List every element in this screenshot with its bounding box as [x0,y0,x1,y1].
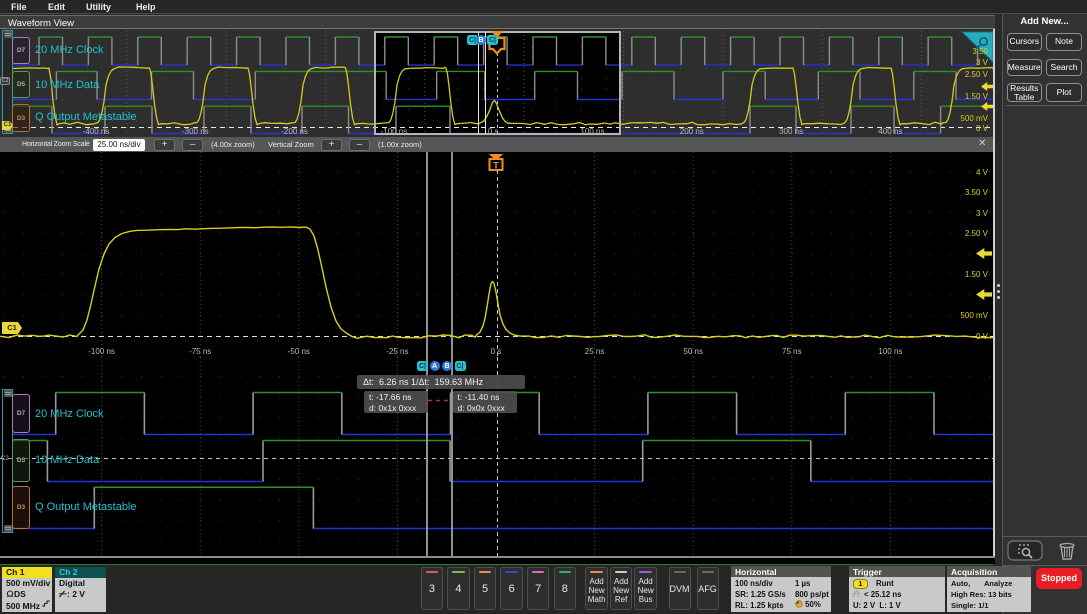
svg-text:T: T [493,161,499,171]
